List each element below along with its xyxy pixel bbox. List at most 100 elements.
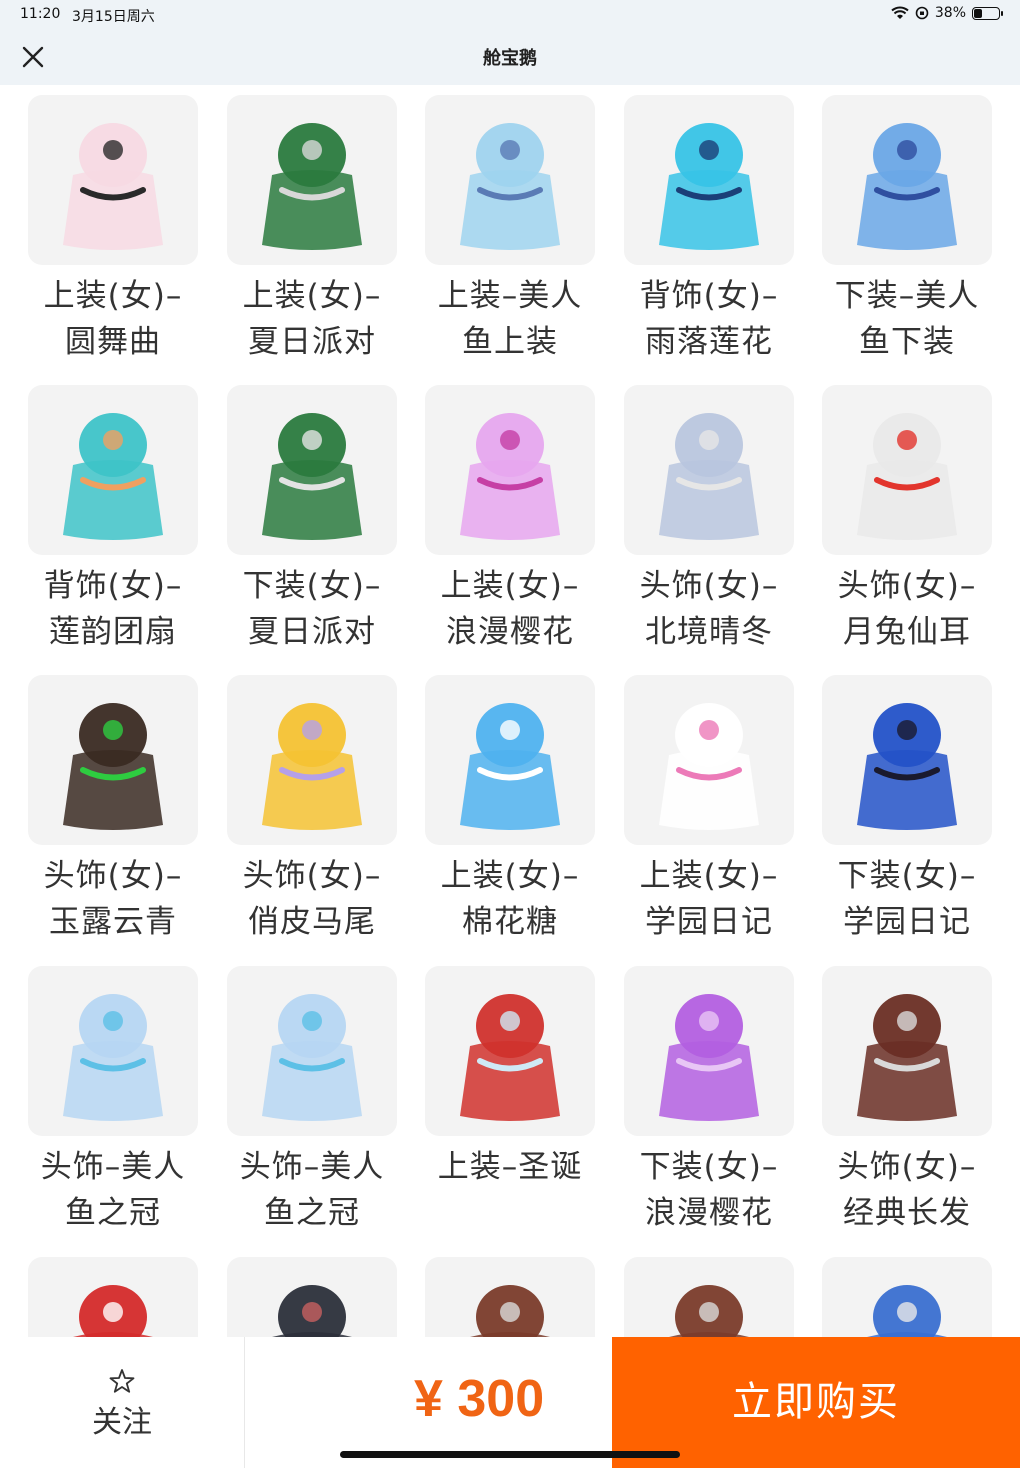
item-card[interactable]: 背饰(女)– 雨落莲花 (623, 95, 795, 365)
item-thumbnail[interactable] (425, 95, 595, 265)
item-card[interactable]: 上装(女)– 圆舞曲 (27, 95, 199, 365)
item-card[interactable]: 下装–美人 鱼下装 (821, 95, 993, 365)
item-thumbnail[interactable] (227, 1257, 397, 1337)
item-illustration (867, 1285, 947, 1337)
item-thumbnail[interactable] (624, 1257, 794, 1337)
item-label: 下装(女)– 浪漫樱花 (639, 1149, 779, 1231)
item-thumbnail[interactable] (624, 966, 794, 1136)
item-label: 头饰–美人 鱼之冠 (40, 1149, 186, 1231)
item-illustration (63, 703, 163, 830)
item-thumbnail[interactable] (624, 385, 794, 555)
item-illustration (857, 123, 957, 250)
orientation-lock-icon (915, 6, 929, 20)
item-illustration (63, 123, 163, 250)
item-illustration (470, 1285, 550, 1337)
item-illustration (659, 994, 759, 1121)
item-illustration (857, 994, 957, 1121)
item-label: 下装(女)– 学园日记 (837, 858, 977, 940)
item-thumbnail[interactable] (28, 95, 198, 265)
item-label: 上装(女)– 棉花糖 (440, 858, 580, 940)
item-card[interactable]: 上装(女)– 浪漫樱花 (424, 385, 596, 655)
item-illustration (460, 413, 560, 540)
item-card[interactable]: 下装(女)– 浪漫樱花 (623, 966, 795, 1236)
item-card[interactable]: 头饰(女)– 俏皮马尾 (226, 675, 398, 945)
bottom-bar: 关注 ¥ 300 立即购买 (0, 1337, 1020, 1468)
item-card[interactable]: 下装(女)– 学园日记 (821, 675, 993, 945)
item-card[interactable]: 头饰(女)– 北境晴冬 (623, 385, 795, 655)
item-illustration (460, 123, 560, 250)
item-label: 头饰(女)– 玉露云青 (43, 858, 183, 940)
item-thumbnail[interactable] (28, 675, 198, 845)
item-thumbnail[interactable] (624, 675, 794, 845)
item-label: 下装–美人 鱼下装 (834, 278, 980, 360)
item-thumbnail[interactable] (822, 1257, 992, 1337)
item-card[interactable]: 头饰(女)– 玉露云青 (27, 675, 199, 945)
item-card[interactable]: 上装(女)– 夏日派对 (226, 95, 398, 365)
item-card[interactable]: 背饰(女)– 莲韵团扇 (27, 385, 199, 655)
item-thumbnail[interactable] (822, 966, 992, 1136)
item-label: 头饰(女)– 月兔仙耳 (837, 568, 977, 650)
item-thumbnail[interactable] (227, 385, 397, 555)
item-thumbnail[interactable] (822, 95, 992, 265)
item-card[interactable] (424, 1257, 596, 1337)
price: ¥ 300 (414, 1370, 545, 1428)
item-illustration (262, 994, 362, 1121)
item-illustration (63, 994, 163, 1121)
item-thumbnail[interactable] (28, 966, 198, 1136)
item-label: 头饰(女)– 俏皮马尾 (242, 858, 382, 940)
item-label: 背饰(女)– 莲韵团扇 (43, 568, 183, 650)
item-label: 上装–圣诞 (437, 1149, 583, 1185)
item-illustration (659, 703, 759, 830)
item-card[interactable]: 头饰(女)– 经典长发 (821, 966, 993, 1236)
battery-icon (972, 6, 1003, 20)
item-thumbnail[interactable] (425, 675, 595, 845)
item-thumbnail[interactable] (425, 385, 595, 555)
item-illustration (262, 703, 362, 830)
item-illustration (73, 1285, 153, 1337)
item-thumbnail[interactable] (28, 385, 198, 555)
item-card[interactable]: 上装(女)– 学园日记 (623, 675, 795, 945)
follow-label: 关注 (92, 1405, 152, 1440)
item-card[interactable] (821, 1257, 993, 1337)
item-illustration (272, 1285, 352, 1337)
item-label: 上装(女)– 夏日派对 (242, 278, 382, 360)
item-label: 上装(女)– 浪漫樱花 (440, 568, 580, 650)
item-card[interactable]: 下装(女)– 夏日派对 (226, 385, 398, 655)
item-card[interactable]: 头饰–美人 鱼之冠 (27, 966, 199, 1236)
item-illustration (63, 413, 163, 540)
item-thumbnail[interactable] (822, 675, 992, 845)
status-date: 3月15日周六 (72, 9, 155, 25)
item-label: 头饰(女)– 经典长发 (837, 1149, 977, 1231)
item-card[interactable]: 上装–圣诞 (424, 966, 596, 1190)
item-thumbnail[interactable] (425, 966, 595, 1136)
item-card[interactable] (623, 1257, 795, 1337)
item-card[interactable]: 上装(女)– 棉花糖 (424, 675, 596, 945)
item-illustration (857, 703, 957, 830)
item-thumbnail[interactable] (624, 95, 794, 265)
item-card[interactable] (27, 1257, 199, 1337)
item-card[interactable]: 上装–美人 鱼上装 (424, 95, 596, 365)
buy-now-button[interactable]: 立即购买 (612, 1337, 1020, 1468)
item-card[interactable]: 头饰–美人 鱼之冠 (226, 966, 398, 1236)
item-thumbnail[interactable] (822, 385, 992, 555)
item-thumbnail[interactable] (227, 966, 397, 1136)
page-title: 舱宝鹅 (483, 48, 537, 69)
star-icon (109, 1369, 135, 1393)
item-grid[interactable]: 上装(女)– 圆舞曲 上装(女)– 夏日派对 上装–美人 鱼上装 背饰(女)– 雨落莲… (0, 85, 1020, 1337)
follow-button[interactable]: 关注 (0, 1337, 245, 1468)
item-thumbnail[interactable] (425, 1257, 595, 1337)
nav-bar: 舱宝鹅 (0, 30, 1020, 85)
wifi-icon (891, 6, 909, 19)
item-card[interactable] (226, 1257, 398, 1337)
battery-fill (974, 8, 982, 18)
status-bar: 11:20 3月15日周六 38% (0, 0, 1020, 30)
item-thumbnail[interactable] (28, 1257, 198, 1337)
item-thumbnail[interactable] (227, 95, 397, 265)
item-illustration (857, 413, 957, 540)
battery-percent: 38% (934, 5, 966, 21)
item-label: 上装–美人 鱼上装 (437, 278, 583, 360)
item-thumbnail[interactable] (227, 675, 397, 845)
item-label: 头饰(女)– 北境晴冬 (639, 568, 779, 650)
item-card[interactable]: 头饰(女)– 月兔仙耳 (821, 385, 993, 655)
item-illustration (262, 123, 362, 250)
